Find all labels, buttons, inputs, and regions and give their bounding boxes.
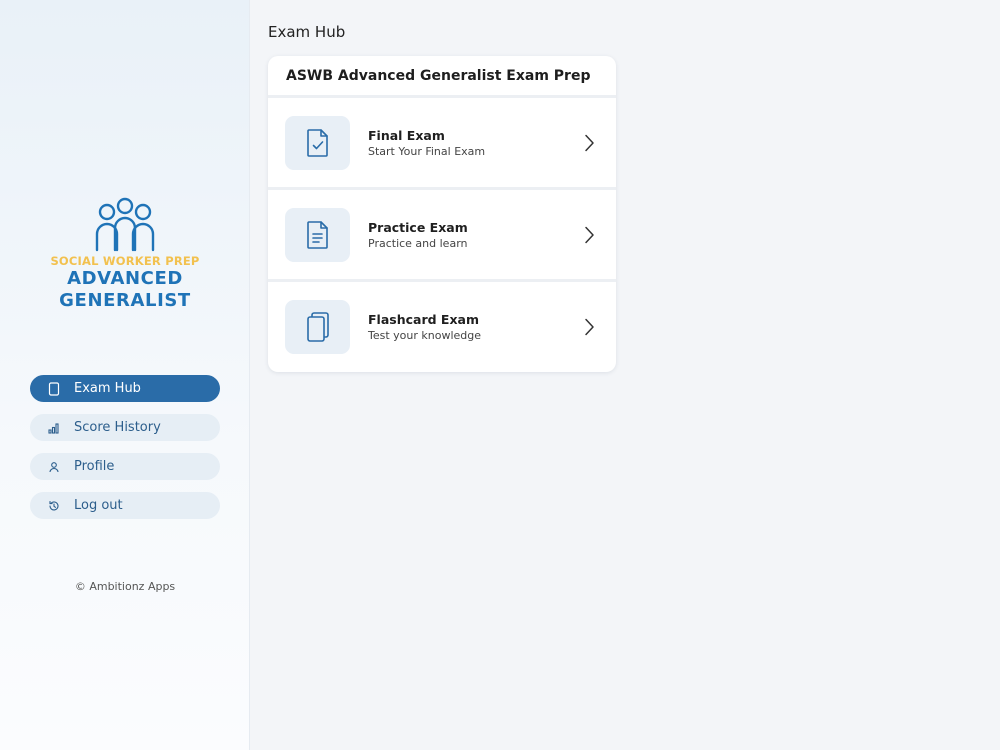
exam-text: Practice Exam Practice and learn bbox=[368, 220, 468, 250]
exam-icon-box bbox=[285, 299, 350, 354]
refresh-icon bbox=[47, 499, 61, 513]
tablet-icon bbox=[47, 381, 61, 396]
sidebar-item-exam-hub[interactable]: Exam Hub bbox=[30, 375, 220, 402]
exam-title: Practice Exam bbox=[368, 219, 468, 235]
copyright-text: © Ambitionz Apps bbox=[74, 580, 176, 593]
exam-row-practice[interactable]: Practice Exam Practice and learn bbox=[268, 190, 616, 282]
sidebar-item-profile[interactable]: Profile bbox=[30, 453, 220, 480]
exam-subtitle: Start Your Final Exam bbox=[368, 144, 486, 158]
exam-row-final[interactable]: Final Exam Start Your Final Exam bbox=[268, 98, 616, 190]
sidebar-item-label: Log out bbox=[74, 498, 123, 513]
people-group-icon bbox=[95, 197, 155, 252]
logo-line-2: GENERALIST bbox=[59, 290, 191, 311]
chevron-right-icon bbox=[585, 134, 594, 151]
user-icon bbox=[47, 460, 61, 474]
exam-card: ASWB Advanced Generalist Exam Prep Final… bbox=[268, 56, 616, 372]
sidebar-item-log-out[interactable]: Log out bbox=[30, 492, 220, 519]
cards-stack-icon bbox=[306, 311, 329, 342]
chevron-right-icon bbox=[585, 318, 594, 335]
exam-title: Flashcard Exam bbox=[368, 311, 479, 327]
document-lines-icon bbox=[306, 220, 328, 249]
chevron-right-icon bbox=[585, 226, 594, 243]
exam-title: Final Exam bbox=[368, 127, 445, 143]
exam-subtitle: Test your knowledge bbox=[368, 328, 482, 342]
card-title: ASWB Advanced Generalist Exam Prep bbox=[268, 56, 616, 98]
exam-text: Final Exam Start Your Final Exam bbox=[368, 128, 485, 158]
app-root: SOCIAL WORKER PREP ADVANCED GENERALIST E… bbox=[0, 0, 1000, 750]
exam-text: Flashcard Exam Test your knowledge bbox=[368, 312, 481, 342]
bar-chart-icon bbox=[47, 421, 61, 435]
sidebar: SOCIAL WORKER PREP ADVANCED GENERALIST E… bbox=[0, 0, 250, 750]
page-title: Exam Hub bbox=[268, 23, 346, 41]
exam-row-flashcard[interactable]: Flashcard Exam Test your knowledge bbox=[268, 282, 616, 371]
sidebar-item-score-history[interactable]: Score History bbox=[30, 414, 220, 441]
sidebar-nav: Exam Hub Score History Profile Log out bbox=[30, 375, 220, 531]
sidebar-item-label: Profile bbox=[74, 459, 115, 474]
exam-icon-box bbox=[285, 115, 350, 170]
exam-icon-box bbox=[285, 207, 350, 262]
sidebar-item-label: Exam Hub bbox=[74, 381, 141, 396]
logo-line-1: ADVANCED bbox=[67, 268, 183, 289]
logo-tagline: SOCIAL WORKER PREP bbox=[50, 254, 200, 268]
sidebar-item-label: Score History bbox=[74, 420, 161, 435]
document-check-icon bbox=[306, 128, 328, 157]
exam-subtitle: Practice and learn bbox=[368, 236, 468, 250]
app-logo: SOCIAL WORKER PREP ADVANCED GENERALIST bbox=[0, 196, 250, 312]
